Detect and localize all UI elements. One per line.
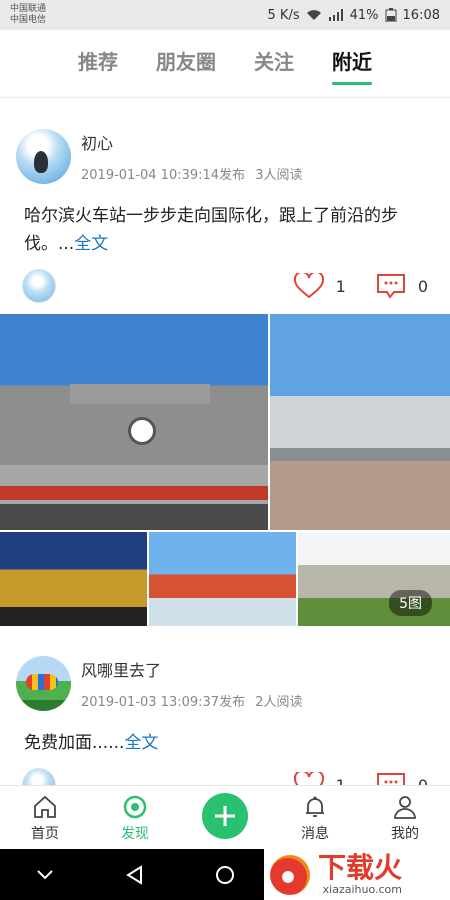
tab-following[interactable]: 关注 <box>254 46 294 81</box>
carrier-1: 中国联通 <box>10 4 47 14</box>
image-count-badge: 5图 <box>389 590 432 616</box>
post-header: 初心 2019-01-04 10:39:14发布 3人阅读 <box>0 129 450 184</box>
chevron-down-icon <box>37 869 53 879</box>
comment-count: 0 <box>417 276 428 296</box>
network-speed: 5 K/s <box>267 7 300 23</box>
username[interactable]: 初心 <box>81 130 303 154</box>
top-tabs: 推荐 朋友圈 关注 附近 <box>0 30 450 98</box>
nav-discover[interactable]: 发现 <box>100 794 170 843</box>
photo-4[interactable] <box>149 532 296 626</box>
bell-icon <box>306 796 324 817</box>
nav-messages[interactable]: 消息 <box>280 794 350 843</box>
post-text: 免费加面...... <box>24 733 125 753</box>
post-content: 哈尔滨火车站一步步走向国际化，跟上了前沿的步伐。...全文 <box>0 202 450 258</box>
system-nav-bar: 下载火 xiazaihuo.com <box>0 849 450 900</box>
comment-icon <box>376 274 405 299</box>
comment-count: 0 <box>417 775 428 786</box>
circle-icon <box>216 865 234 884</box>
post-time: 2019-01-03 13:09:37发布 2人阅读 <box>81 691 303 710</box>
carrier-info: 中国联通 中国电信 <box>10 4 46 26</box>
battery-level: 41% <box>349 7 379 23</box>
nav-home-label: 首页 <box>31 826 59 842</box>
post-header: 风哪里去了 2019-01-03 13:09:37发布 2人阅读 <box>0 656 450 711</box>
username[interactable]: 风哪里去了 <box>81 657 303 681</box>
read-more-link[interactable]: 全文 <box>74 234 108 254</box>
liker-avatar[interactable] <box>22 269 56 303</box>
back-button[interactable] <box>90 864 180 885</box>
watermark-logo-icon <box>270 854 310 895</box>
discover-icon <box>123 795 147 819</box>
nav-add[interactable] <box>190 793 260 843</box>
tab-nearby[interactable]: 附近 <box>332 46 372 85</box>
bottom-nav: 首页 发现 消息 我的 <box>0 785 450 849</box>
publish-time: 2019-01-04 10:39:14发布 <box>81 168 246 183</box>
photo-1[interactable] <box>0 314 268 530</box>
post-actions: 1 0 <box>0 767 450 785</box>
like-button[interactable]: 1 <box>293 772 346 786</box>
avatar[interactable] <box>16 656 71 711</box>
home-icon <box>34 795 56 818</box>
post-meta: 风哪里去了 2019-01-03 13:09:37发布 2人阅读 <box>81 657 303 710</box>
status-right: 5 K/s 41% 16:08 <box>268 8 440 23</box>
post: 初心 2019-01-04 10:39:14发布 3人阅读 哈尔滨火车站一步步走… <box>0 99 450 626</box>
add-icon <box>215 806 235 826</box>
comment-icon <box>376 773 405 785</box>
read-count: 2人阅读 <box>255 695 303 710</box>
signal-icon <box>328 9 343 21</box>
avatar[interactable] <box>16 129 71 184</box>
post-actions: 1 0 <box>0 268 450 304</box>
home-system-button[interactable] <box>180 865 270 885</box>
heart-icon <box>293 273 324 299</box>
watermark-url: xiazaihuo.com <box>322 883 403 896</box>
post: 风哪里去了 2019-01-03 13:09:37发布 2人阅读 免费加面...… <box>0 626 450 785</box>
photo-3[interactable] <box>0 532 147 626</box>
clock: 16:08 <box>402 7 440 23</box>
comment-button[interactable]: 0 <box>376 772 428 785</box>
comment-button[interactable]: 0 <box>376 273 428 299</box>
wifi-icon <box>306 10 321 20</box>
image-gallery: 5图 <box>0 314 450 626</box>
tab-moments[interactable]: 朋友圈 <box>156 46 216 81</box>
like-count: 1 <box>335 276 346 296</box>
watermark-text: 下载火 xiazaihuo.com <box>318 851 403 897</box>
hide-nav-button[interactable] <box>0 869 90 881</box>
nav-messages-label: 消息 <box>301 826 329 842</box>
post-meta: 初心 2019-01-04 10:39:14发布 3人阅读 <box>81 130 303 183</box>
read-more-link[interactable]: 全文 <box>124 733 158 753</box>
like-button[interactable]: 1 <box>293 273 346 299</box>
photo-2[interactable] <box>270 314 450 530</box>
heart-icon <box>293 772 324 785</box>
publish-time: 2019-01-03 13:09:37发布 <box>81 695 246 710</box>
tab-recommend[interactable]: 推荐 <box>78 46 118 81</box>
nav-discover-label: 发现 <box>121 826 149 842</box>
battery-icon <box>385 8 397 22</box>
nav-profile[interactable]: 我的 <box>370 794 440 843</box>
post-content: 免费加面......全文 <box>0 729 450 757</box>
status-bar: 中国联通 中国电信 5 K/s 41% 16:08 <box>0 0 450 30</box>
watermark: 下载火 xiazaihuo.com <box>264 849 450 900</box>
liker-avatar[interactable] <box>22 768 56 785</box>
like-count: 1 <box>335 775 346 786</box>
add-button[interactable] <box>202 793 248 839</box>
read-count: 3人阅读 <box>255 168 303 183</box>
user-icon <box>394 796 416 819</box>
nav-home[interactable]: 首页 <box>10 794 80 843</box>
carrier-2: 中国电信 <box>10 15 47 25</box>
feed[interactable]: 初心 2019-01-04 10:39:14发布 3人阅读 哈尔滨火车站一步步走… <box>0 99 450 785</box>
nav-profile-label: 我的 <box>391 826 419 842</box>
back-icon <box>126 864 142 885</box>
post-time: 2019-01-04 10:39:14发布 3人阅读 <box>81 164 303 183</box>
watermark-brand: 下载火 <box>318 851 403 884</box>
